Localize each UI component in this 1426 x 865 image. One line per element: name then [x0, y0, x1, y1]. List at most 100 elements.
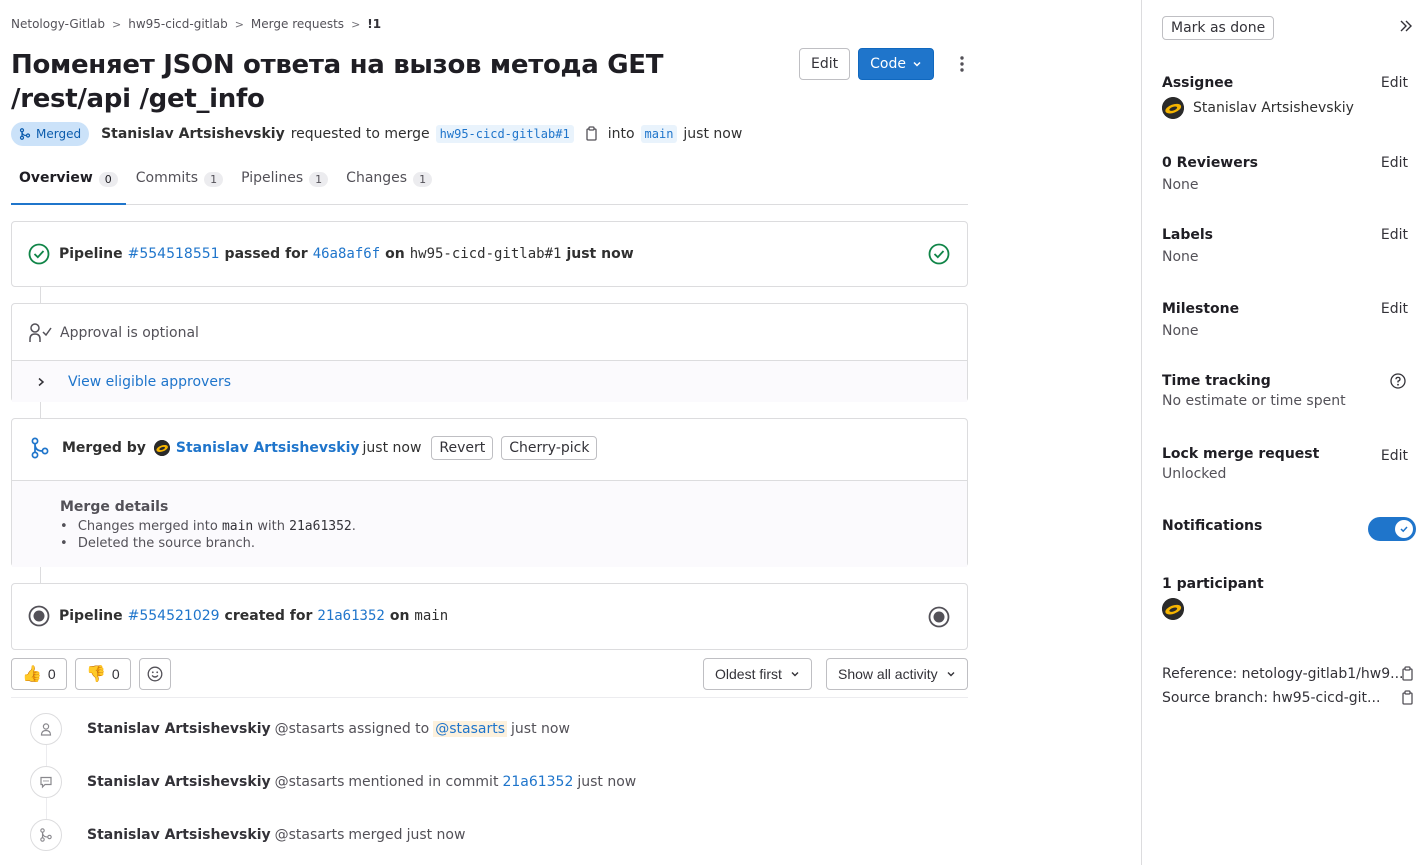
help-icon[interactable]: [1390, 373, 1406, 393]
view-approvers-link[interactable]: View eligible approvers: [68, 374, 231, 390]
pipeline-widget-main: Pipeline #554521029 created for 21a61352…: [11, 583, 968, 650]
collapse-sidebar-icon[interactable]: [1398, 18, 1414, 38]
notifications-toggle[interactable]: [1368, 517, 1416, 541]
assignee-name[interactable]: Stanislav Artsishevskiy: [1193, 100, 1354, 116]
activity-handle[interactable]: @stasarts: [275, 827, 345, 843]
activity-filter-dropdown[interactable]: Show all activity: [826, 658, 968, 690]
smiley-icon: [147, 666, 163, 682]
chevron-down-icon: [791, 672, 799, 677]
reference-text: Reference: netology-gitlab1/hw9...: [1162, 666, 1404, 682]
pipeline-label: Pipeline: [59, 246, 123, 262]
tab-changes[interactable]: Changes 1: [338, 160, 440, 205]
activity-target[interactable]: 21a61352: [502, 774, 573, 790]
activity-user[interactable]: Stanislav Artsishevskiy: [87, 827, 271, 843]
participants-title: 1 participant: [1162, 576, 1264, 592]
chevron-right-icon[interactable]: [36, 377, 46, 387]
lock-value: Unlocked: [1162, 466, 1227, 482]
merge-details: Merge details Changes merged into main w…: [12, 480, 967, 567]
merged-widget: Merged by Stanislav Artsishevskiy just n…: [11, 418, 968, 567]
chevron-right-icon: >: [351, 17, 361, 31]
activity-action: mentioned in commit: [348, 774, 499, 790]
detail-text: Deleted the source branch.: [77, 536, 256, 551]
pipeline-commit-link[interactable]: 46a8af6f: [313, 246, 380, 262]
avatar[interactable]: [153, 440, 170, 456]
list-item: Stanislav Artsishevskiy @stasarts merged…: [30, 819, 970, 851]
source-branch-chip[interactable]: hw95-cicd-gitlab#1: [435, 125, 574, 143]
thumbs-up-icon: 👍: [22, 666, 42, 683]
target-branch-chip[interactable]: main: [640, 125, 678, 143]
breadcrumb-project[interactable]: hw95-cicd-gitlab: [128, 17, 227, 31]
reviewers-edit-link[interactable]: Edit: [1381, 155, 1408, 171]
assignee-edit-link[interactable]: Edit: [1381, 75, 1408, 91]
merge-icon: [30, 819, 62, 851]
status-created-icon[interactable]: [28, 605, 50, 627]
breadcrumb-group[interactable]: Netology-Gitlab: [11, 17, 105, 31]
status-created-icon[interactable]: [928, 606, 950, 628]
activity-handle[interactable]: @stasarts: [275, 774, 345, 790]
lock-title: Lock merge request: [1162, 446, 1320, 462]
tab-overview[interactable]: Overview 0: [11, 160, 126, 205]
page-title: Поменяет JSON ответа на вызов метода GET…: [11, 50, 664, 114]
requested-text: requested to merge: [290, 126, 430, 142]
breadcrumb: Netology-Gitlab > hw95-cicd-gitlab > Mer…: [11, 17, 381, 31]
merged-by-user-link[interactable]: Stanislav Artsishevskiy: [176, 440, 360, 456]
pipeline-commit-link[interactable]: 21a61352: [317, 608, 384, 624]
labels-section: Labels Edit None: [1162, 227, 1412, 265]
activity-time: just now: [577, 774, 637, 790]
detail-text: with: [257, 519, 285, 534]
labels-edit-link[interactable]: Edit: [1381, 227, 1408, 243]
tab-count: 1: [309, 172, 329, 187]
tab-pipelines[interactable]: Pipelines 1: [233, 160, 336, 205]
tab-commits[interactable]: Commits 1: [128, 160, 231, 205]
thumbs-down-button[interactable]: 👎 0: [75, 658, 131, 690]
mark-as-done-button[interactable]: Mark as done: [1162, 16, 1275, 40]
milestone-value: None: [1162, 323, 1199, 339]
reviewers-value: None: [1162, 177, 1199, 193]
code-button-label: Code: [870, 56, 906, 72]
pipeline-status-text: created for: [224, 608, 313, 624]
tab-count: 1: [413, 172, 433, 187]
activity-user[interactable]: Stanislav Artsishevskiy: [87, 721, 271, 737]
approval-user-check-icon: [29, 323, 52, 342]
assignee-title: Assignee: [1162, 75, 1234, 91]
activity-user[interactable]: Stanislav Artsishevskiy: [87, 774, 271, 790]
activity-target[interactable]: @stasarts: [433, 721, 508, 737]
copy-icon[interactable]: [1400, 666, 1414, 682]
pipeline-id-link[interactable]: #554521029: [128, 608, 220, 624]
breadcrumb-current[interactable]: !1: [367, 17, 381, 31]
avatar[interactable]: [1162, 97, 1184, 119]
cherry-pick-button[interactable]: Cherry-pick: [501, 436, 598, 460]
avatar[interactable]: [1162, 598, 1184, 620]
detail-commit[interactable]: 21a61352: [289, 519, 352, 534]
add-reaction-button[interactable]: [139, 658, 171, 690]
chevron-down-icon: [913, 61, 921, 67]
more-actions-icon[interactable]: [946, 48, 978, 80]
copy-icon[interactable]: [584, 126, 598, 142]
list-item: Changes merged into main with 21a61352.: [60, 518, 919, 535]
discussion-actions-bar: 👍 0 👎 0 Oldest first Show all activity: [11, 658, 968, 698]
code-dropdown-button[interactable]: Code: [858, 48, 934, 80]
sort-order-dropdown[interactable]: Oldest first: [703, 658, 812, 690]
detail-text: Changes merged into: [77, 519, 218, 534]
status-success-icon[interactable]: [928, 243, 950, 265]
activity-filter-label: Show all activity: [838, 666, 938, 682]
merge-icon: [31, 437, 49, 459]
thumbs-up-button[interactable]: 👍 0: [11, 658, 67, 690]
breadcrumb-merge-requests[interactable]: Merge requests: [251, 17, 344, 31]
sort-order-label: Oldest first: [715, 666, 782, 682]
main-content: Netology-Gitlab > hw95-cicd-gitlab > Mer…: [11, 0, 968, 865]
status-success-icon[interactable]: [28, 243, 50, 265]
approval-text: Approval is optional: [60, 325, 199, 341]
copy-icon[interactable]: [1400, 690, 1414, 706]
detail-branch: main: [221, 519, 254, 534]
edit-button[interactable]: Edit: [799, 48, 851, 80]
tab-label: Overview: [19, 170, 93, 186]
approval-widget: Approval is optional View eligible appro…: [11, 303, 968, 402]
milestone-edit-link[interactable]: Edit: [1381, 301, 1408, 317]
lock-edit-link[interactable]: Edit: [1381, 448, 1408, 464]
pipeline-id-link[interactable]: #554518551: [128, 246, 220, 262]
reviewers-section: 0 Reviewers Edit None: [1162, 155, 1412, 193]
revert-button[interactable]: Revert: [431, 436, 494, 460]
activity-handle[interactable]: @stasarts: [275, 721, 345, 737]
author-name[interactable]: Stanislav Artsishevskiy: [101, 126, 285, 142]
